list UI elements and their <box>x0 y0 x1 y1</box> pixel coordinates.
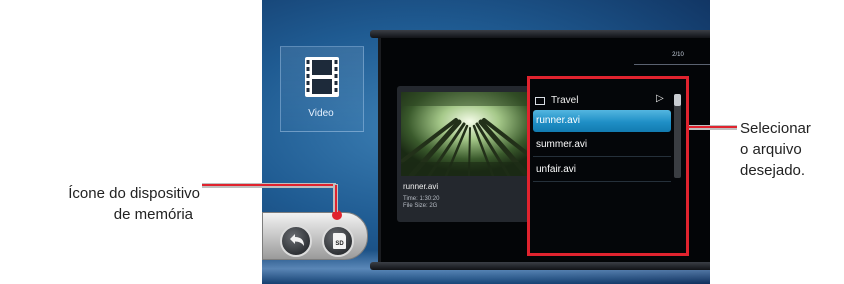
preview-file-size: File Size: 2G <box>403 203 438 209</box>
select-file-caption-line1: Selecionar <box>740 120 811 137</box>
forest-thumbnail-image <box>401 92 538 176</box>
left-callout-line <box>202 184 336 186</box>
video-tile-label: Video <box>308 108 334 119</box>
panel-top-rail <box>370 30 710 38</box>
film-strip-icon <box>305 57 339 97</box>
preview-file-name: runner.avi <box>403 182 439 191</box>
sd-card-icon: SD <box>333 233 346 249</box>
back-button[interactable] <box>280 225 312 257</box>
left-callout-drop <box>335 185 337 212</box>
memory-device-button[interactable]: SD <box>322 225 354 257</box>
select-file-caption-line3: desejado. <box>740 162 806 179</box>
right-callout-line <box>689 126 737 128</box>
video-thumbnail <box>401 92 538 176</box>
video-menu-tile[interactable] <box>280 46 364 132</box>
preview-time: Time: 1:30:20 <box>403 196 440 202</box>
memory-device-caption-line2: de memória <box>113 206 193 223</box>
memory-device-caption-line1: Ícone do dispositivo <box>68 185 200 202</box>
select-file-caption-line2: o arquivo <box>740 141 802 158</box>
page-indicator: 2/10 <box>672 52 684 58</box>
back-arrow-icon <box>290 234 304 246</box>
file-list-callout-box <box>527 76 689 256</box>
select-file-caption: Selecionar o arquivo desejado. <box>740 118 811 181</box>
page-indicator-underline <box>634 64 710 65</box>
panel-bottom-rail <box>370 262 710 270</box>
